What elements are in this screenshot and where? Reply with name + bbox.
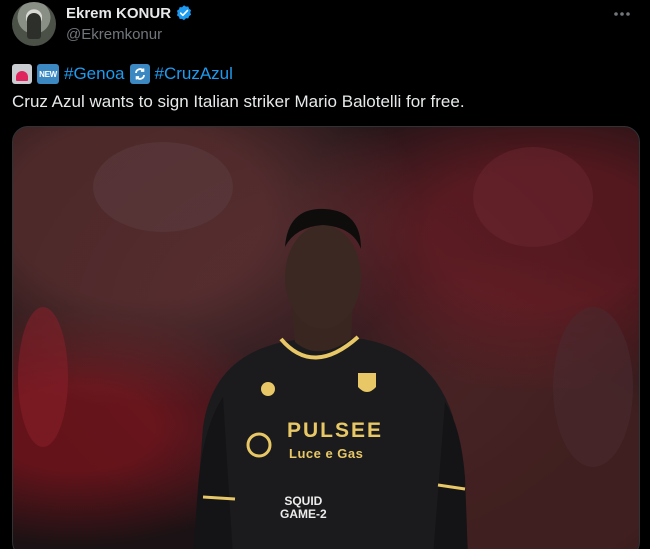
tweet-tags-line: NEW #Genoa #CruzAzul	[12, 64, 233, 84]
jersey-sponsor-subtext: Luce e Gas	[289, 446, 364, 461]
new-badge-icon: NEW	[37, 64, 59, 84]
jersey-sleeve-sponsor: SQUID GAME-2	[280, 495, 327, 521]
tweet-media-photo[interactable]: PULSEE Luce e Gas SQUID GAME-2	[12, 126, 640, 549]
tweet-card: Ekrem KONUR @Ekremkonur NEW #Genoa #Cruz…	[0, 0, 650, 549]
tweet-text: Cruz Azul wants to sign Italian striker …	[12, 92, 465, 111]
verified-badge-icon	[175, 4, 193, 22]
hashtag-genoa-link[interactable]: #Genoa	[64, 64, 125, 84]
more-horizontal-icon[interactable]	[612, 4, 632, 24]
police-car-light-icon	[12, 64, 32, 84]
author-handle[interactable]: @Ekremkonur	[66, 26, 162, 43]
hashtag-cruzazul-link[interactable]: #CruzAzul	[155, 64, 233, 84]
avatar[interactable]	[12, 2, 56, 46]
sleeve-sponsor-line2: GAME-2	[280, 507, 327, 521]
player-photo-illustration	[18, 142, 633, 549]
author-display-name[interactable]: Ekrem KONUR	[66, 5, 171, 22]
avatar-figure	[27, 13, 41, 39]
repeat-arrows-icon	[129, 64, 150, 84]
author-name-row: Ekrem KONUR	[66, 4, 193, 22]
jersey-sponsor-text: PULSEE	[287, 419, 384, 442]
